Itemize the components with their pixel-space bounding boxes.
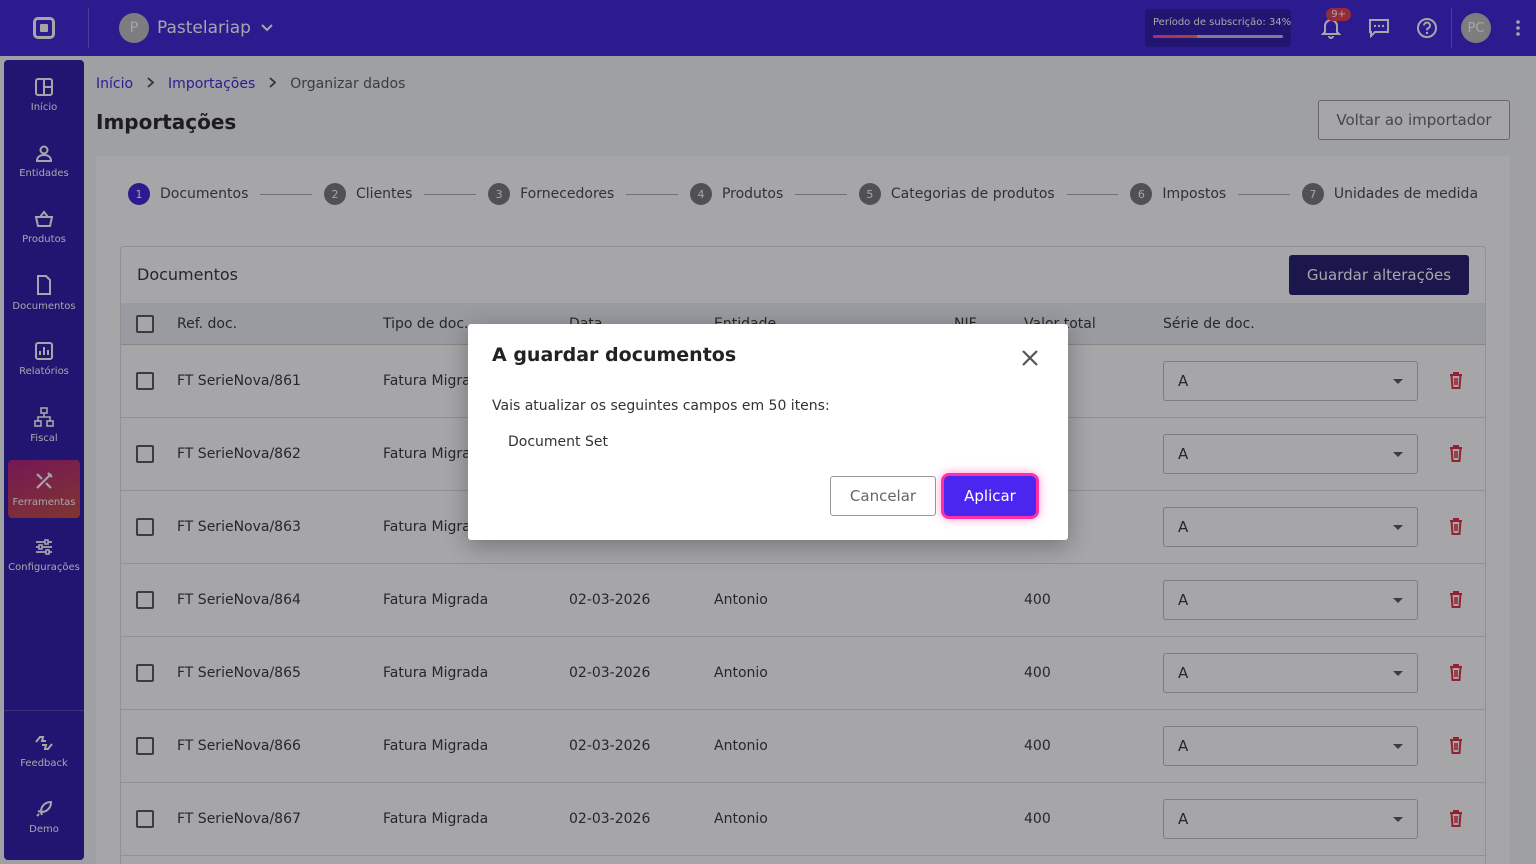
saving-documents-dialog: A guardar documentos Vais atualizar os s…: [468, 324, 1068, 540]
dialog-message: Vais atualizar os seguintes campos em 50…: [492, 398, 830, 414]
dialog-field-name: Document Set: [508, 434, 608, 450]
close-icon[interactable]: [1022, 350, 1038, 370]
cancel-button[interactable]: Cancelar: [830, 476, 936, 516]
dialog-title: A guardar documentos: [492, 344, 737, 366]
apply-button[interactable]: Aplicar: [944, 476, 1036, 516]
